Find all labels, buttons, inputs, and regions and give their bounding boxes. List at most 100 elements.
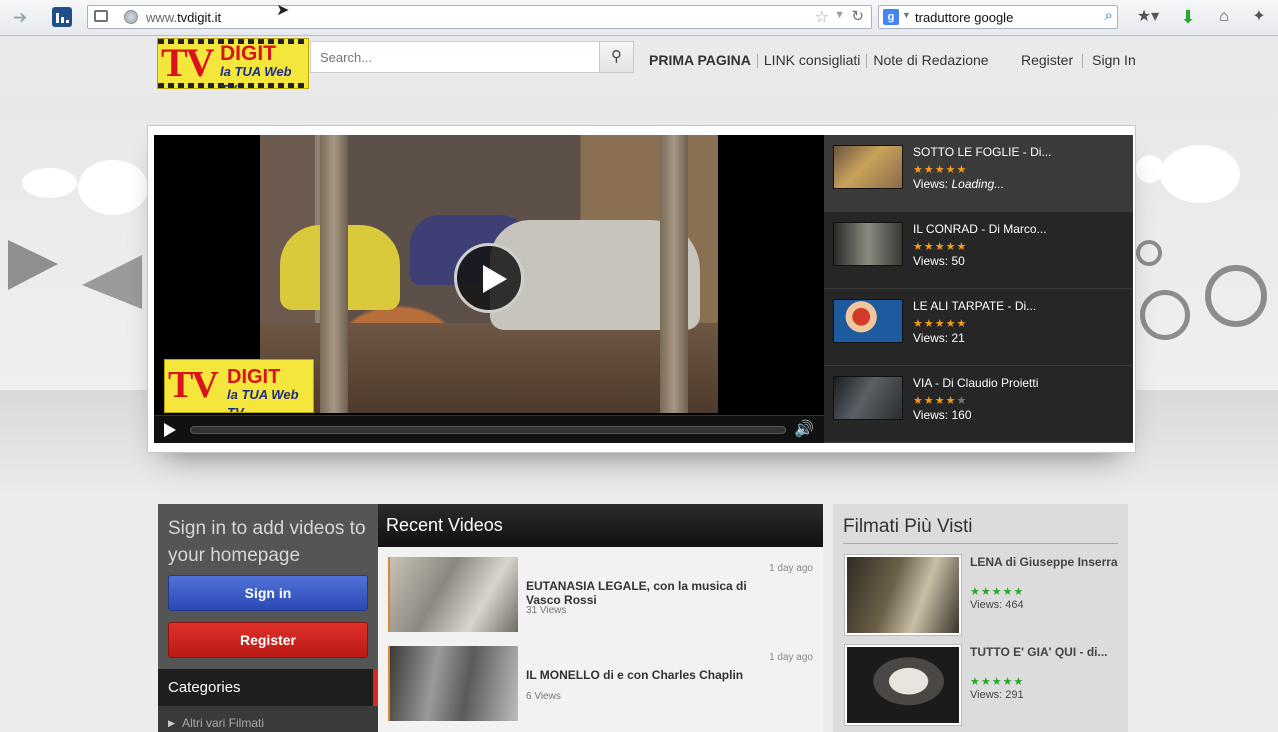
recent-video-title[interactable]: IL MONELLO di e con Charles Chaplin [526, 668, 766, 696]
cloud-decoration [22, 168, 77, 198]
star-icon: ★ [1013, 676, 1025, 688]
download-icon[interactable]: ⬇ [1178, 6, 1198, 28]
video-thumbnail[interactable] [833, 299, 903, 343]
browser-search-box[interactable]: g ▼ traduttore google ⌕ [878, 5, 1118, 29]
star-icon: ★ [934, 318, 946, 330]
playlist-item[interactable]: SOTTO LE FOGLIE - Di... ★★★★★ Views: Loa… [824, 135, 1133, 212]
most-viewed-video-title[interactable]: TUTTO E' GIA' QUI - di... [970, 645, 1120, 660]
star-icon: ★ [934, 164, 946, 176]
register-button[interactable]: Register [168, 622, 368, 658]
star-icon: ★ [1002, 676, 1014, 688]
video-thumbnail[interactable] [833, 376, 903, 420]
logo-tv-text: TV [161, 40, 215, 85]
recent-videos-title: Recent Videos [378, 504, 823, 547]
bookmarks-icon[interactable]: ★▾ [1133, 6, 1163, 28]
mouse-cursor-icon: ➤ [276, 2, 290, 19]
play-overlay-button[interactable] [454, 243, 524, 313]
recent-video-time: 1 day ago [769, 563, 813, 574]
rating-stars: ★★★★★ [913, 317, 967, 330]
addon-icon[interactable]: ✦ [1248, 6, 1270, 28]
nav-note-di-redazione[interactable]: Note di Redazione [873, 52, 988, 68]
caret-right-icon: ▶ [168, 718, 175, 728]
star-icon: ★ [913, 395, 924, 407]
most-viewed-title: Filmati Più Visti [843, 516, 1118, 544]
origami-bird-decoration [8, 240, 58, 290]
most-viewed-item[interactable]: TUTTO E' GIA' QUI - di... ★★★★★ Views: 2… [845, 645, 1120, 727]
star-icon: ★ [923, 395, 935, 407]
account-sidebar: Sign in to add videos to your homepage S… [158, 504, 378, 732]
nav-prima-pagina[interactable]: PRIMA PAGINA [649, 52, 751, 68]
video-thumbnail[interactable] [845, 645, 961, 725]
rating-stars: ★★★★★ [913, 240, 967, 253]
star-icon: ★ [913, 318, 924, 330]
chevron-down-icon[interactable]: ▼ [902, 10, 911, 20]
tabs-icon[interactable] [94, 10, 108, 22]
most-viewed-video-title[interactable]: LENA di Giuseppe Inserra [970, 555, 1120, 570]
main-nav: PRIMA PAGINA LINK consigliati Note di Reda… [649, 52, 989, 69]
signin-prompt: Sign in to add videos to your homepage [168, 518, 366, 566]
video-thumbnail[interactable] [833, 145, 903, 189]
rating-stars: ★★★★★ [970, 585, 1024, 598]
sign-in-button[interactable]: Sign in [168, 575, 368, 611]
playlist-item[interactable]: IL CONRAD - Di Marco... ★★★★★ Views: 50 [824, 212, 1133, 289]
play-icon[interactable] [164, 423, 176, 437]
browser-search-query[interactable]: traduttore google [915, 10, 1013, 25]
recent-video-item[interactable]: IL MONELLO di e con Charles Chaplin 6 Vi… [378, 646, 823, 731]
nav-link-consigliati[interactable]: LINK consigliati [764, 52, 861, 68]
most-viewed-views: Views: 464 [970, 599, 1024, 611]
video-player[interactable]: TV DIGIT la TUA Web TV 🔊 [154, 135, 824, 443]
player-controls: 🔊 [154, 415, 824, 443]
star-icon: ★ [913, 241, 924, 253]
star-icon: ★ [980, 586, 992, 598]
recent-video-views: 6 Views [526, 691, 561, 702]
sign-in-link[interactable]: Sign In [1092, 52, 1136, 68]
browser-toolbar: ➔ www.tvdigit.it ☆ ▼ ↻ g ▼ traduttore go… [0, 0, 1278, 36]
star-icon: ★ [934, 395, 946, 407]
cloud-decoration [78, 160, 148, 215]
site-search-field[interactable] [310, 41, 600, 73]
star-icon: ★ [945, 164, 957, 176]
url-text[interactable]: www.tvdigit.it [146, 10, 221, 25]
google-icon[interactable]: g [883, 9, 899, 25]
most-viewed-panel: Filmati Più Visti LENA di Giuseppe Inser… [833, 504, 1128, 732]
chevron-down-icon[interactable]: ▼ [834, 9, 845, 21]
recent-video-title[interactable]: EUTANASIA LEGALE, con la musica di Vasco… [526, 579, 766, 607]
rating-stars: ★★★★★ [913, 394, 967, 407]
video-thumbnail[interactable] [388, 646, 518, 721]
bookmark-star-icon[interactable]: ☆ [815, 7, 829, 27]
star-icon: ★ [970, 676, 981, 688]
site-search-input[interactable] [311, 42, 600, 72]
category-item[interactable]: ▶ Altri vari Filmati [158, 706, 378, 732]
logo-digit-text: DIGIT [220, 42, 276, 65]
video-thumbnail[interactable] [845, 555, 961, 635]
site-search-button[interactable]: ⚲ [599, 41, 634, 73]
address-bar[interactable]: www.tvdigit.it ☆ ▼ ↻ [87, 5, 872, 29]
volume-icon[interactable]: 🔊 [794, 419, 814, 439]
star-icon: ★ [923, 164, 935, 176]
star-icon: ★ [923, 241, 935, 253]
register-link[interactable]: Register [1021, 52, 1073, 68]
search-icon[interactable]: ⌕ [1105, 7, 1113, 24]
reload-icon[interactable]: ↻ [851, 7, 864, 25]
playlist-item[interactable]: VIA - Di Claudio Proietti ★★★★★ Views: 1… [824, 366, 1133, 443]
star-icon: ★ [1013, 586, 1025, 598]
featured-playlist: SOTTO LE FOGLIE - Di... ★★★★★ Views: Loa… [824, 135, 1133, 443]
player-watermark-logo: TV DIGIT la TUA Web TV [164, 359, 314, 413]
video-thumbnail[interactable] [833, 222, 903, 266]
site-logo[interactable]: TV DIGIT la TUA Web TV [157, 38, 309, 89]
recent-video-views: 31 Views [526, 605, 567, 616]
recent-video-item[interactable]: EUTANASIA LEGALE, con la musica di Vasco… [378, 557, 823, 642]
back-arrow-icon[interactable]: ➔ [10, 8, 30, 28]
rating-stars: ★★★★★ [913, 163, 967, 176]
most-viewed-item[interactable]: LENA di Giuseppe Inserra ★★★★★ Views: 46… [845, 555, 1120, 637]
cloud-decoration [1136, 155, 1164, 183]
featured-video-panel: TV DIGIT la TUA Web TV 🔊 SOTTO LE FOGLIE… [147, 125, 1136, 453]
swirl-decoration [1140, 290, 1190, 340]
progress-bar[interactable] [190, 426, 786, 434]
playlist-item[interactable]: LE ALI TARPATE - Di... ★★★★★ Views: 21 [824, 289, 1133, 366]
video-thumbnail[interactable] [388, 557, 518, 632]
analytics-extension-icon[interactable] [52, 7, 72, 27]
star-icon: ★ [991, 676, 1003, 688]
home-icon[interactable]: ⌂ [1213, 6, 1235, 28]
most-viewed-views: Views: 291 [970, 689, 1024, 701]
